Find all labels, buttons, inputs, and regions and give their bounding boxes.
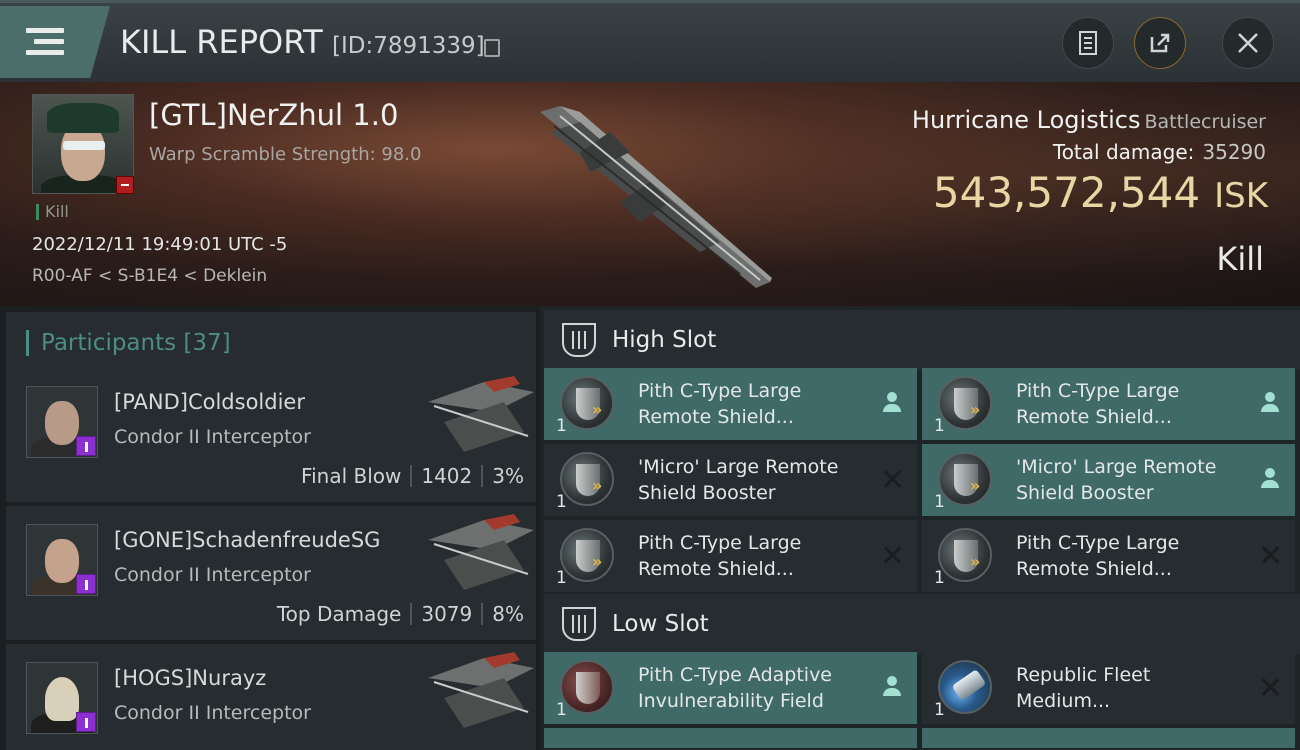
destroyed-icon bbox=[1259, 544, 1281, 566]
menu-button[interactable] bbox=[0, 6, 110, 78]
destroyed-icon bbox=[881, 468, 903, 490]
module-name: Republic Fleet Medium... bbox=[1016, 664, 1151, 712]
module-name: Pith C-Type Large Remote Shield... bbox=[1016, 380, 1180, 428]
victim-subtitle: Warp Scramble Strength: 98.0 bbox=[149, 144, 422, 165]
menu-icon bbox=[26, 28, 64, 58]
module-name: 'Micro' Large Remote Shield Booster bbox=[638, 456, 839, 504]
share-button[interactable] bbox=[1134, 17, 1186, 69]
participants-panel: Participants [37] [PAND]Coldsoldier Cond… bbox=[0, 306, 540, 750]
module-item[interactable]: 1 Pith C-Type Adaptive Invulnerability Fi… bbox=[544, 652, 917, 724]
page-title: KILL REPORT bbox=[120, 23, 323, 61]
module-quantity: 1 bbox=[556, 700, 567, 720]
high-slot-label: High Slot bbox=[612, 327, 717, 353]
capacitor-booster-icon bbox=[938, 660, 992, 714]
report-id: [ID:7891339] bbox=[332, 33, 485, 59]
module-quantity: 1 bbox=[556, 492, 567, 512]
corp-badge bbox=[76, 436, 96, 456]
low-slot-icon bbox=[562, 607, 596, 641]
header-bar: KILL REPORT [ID:7891339] bbox=[0, 0, 1300, 82]
victim-summary: [GTL]NerZhul 1.0 Warp Scramble Strength:… bbox=[0, 82, 1300, 306]
destroyed-icon bbox=[1259, 676, 1281, 698]
kill-datetime: 2022/12/11 19:49:01 UTC -5 bbox=[32, 234, 288, 255]
victim-name[interactable]: [GTL]NerZhul 1.0 bbox=[149, 98, 398, 132]
participant-ship: Condor II Interceptor bbox=[114, 426, 311, 448]
participants-header: Participants [37] bbox=[6, 312, 536, 370]
module-name: Pith C-Type Large Remote Shield... bbox=[638, 380, 802, 428]
module-quantity: 1 bbox=[556, 416, 567, 436]
module-item-partial[interactable] bbox=[922, 728, 1295, 748]
participant-stats: Top Damage 3079 8% bbox=[276, 602, 524, 626]
module-item[interactable]: » 1 Pith C-Type Large Remote Shield... bbox=[922, 368, 1295, 440]
clipboard-button[interactable] bbox=[1062, 17, 1114, 69]
module-quantity: 1 bbox=[556, 568, 567, 588]
dropped-icon bbox=[881, 392, 903, 414]
module-item[interactable]: 1 Republic Fleet Medium... bbox=[922, 652, 1295, 724]
module-quantity: 1 bbox=[934, 416, 945, 436]
module-item[interactable]: » 1 'Micro' Large Remote Shield Booster bbox=[922, 444, 1295, 516]
module-item[interactable]: » 1 Pith C-Type Large Remote Shield... bbox=[544, 368, 917, 440]
fitting-panel: High Slot » 1 Pith C-Type Large Remote Sh… bbox=[540, 306, 1300, 750]
total-damage: Total damage: 35290 bbox=[1052, 140, 1266, 164]
corp-badge bbox=[76, 712, 96, 732]
high-slot-icon bbox=[562, 323, 596, 357]
module-name: Pith C-Type Adaptive Invulnerability Fiel… bbox=[638, 664, 832, 712]
module-name: Pith C-Type Large Remote Shield... bbox=[638, 532, 802, 580]
dropped-icon bbox=[881, 676, 903, 698]
participant-ship-image bbox=[428, 652, 534, 728]
participant-ship: Condor II Interceptor bbox=[114, 702, 311, 724]
close-icon bbox=[1238, 33, 1258, 53]
participants-count: [37] bbox=[183, 330, 231, 356]
close-button[interactable] bbox=[1222, 17, 1274, 69]
dropped-icon bbox=[1259, 392, 1281, 414]
participants-label: Participants bbox=[41, 330, 177, 356]
module-item[interactable]: » 1 'Micro' Large Remote Shield Booster bbox=[544, 444, 917, 516]
participant-ship-image bbox=[428, 376, 534, 452]
high-slot-header: High Slot bbox=[544, 310, 1300, 370]
module-quantity: 1 bbox=[934, 492, 945, 512]
participant-stats: Final Blow 1402 3% bbox=[301, 464, 524, 488]
shield-booster-icon: » bbox=[560, 376, 614, 430]
shield-booster-icon: » bbox=[938, 528, 992, 582]
participant-row[interactable]: [HOGS]Nurayz Condor II Interceptor bbox=[6, 644, 536, 750]
participant-row[interactable]: [PAND]Coldsoldier Condor II Interceptor … bbox=[6, 368, 536, 502]
shield-booster-icon: » bbox=[560, 452, 614, 506]
kill-result: Kill bbox=[1216, 240, 1264, 278]
kill-location[interactable]: R00-AF < S-B1E4 < Deklein bbox=[32, 266, 267, 286]
copy-icon[interactable] bbox=[484, 39, 500, 57]
dropped-icon bbox=[1259, 468, 1281, 490]
ship-image bbox=[540, 106, 772, 288]
invulnerability-field-icon bbox=[560, 660, 614, 714]
corp-badge bbox=[76, 574, 96, 594]
participant-name[interactable]: [PAND]Coldsoldier bbox=[114, 390, 305, 414]
shield-booster-icon: » bbox=[938, 452, 992, 506]
low-slot-label: Low Slot bbox=[612, 611, 709, 637]
standing-badge bbox=[116, 176, 134, 194]
share-icon bbox=[1150, 33, 1170, 53]
module-name: Pith C-Type Large Remote Shield... bbox=[1016, 532, 1180, 580]
shield-booster-icon: » bbox=[938, 376, 992, 430]
kill-tag: Kill bbox=[36, 204, 69, 220]
module-quantity: 1 bbox=[934, 568, 945, 588]
participant-ship: Condor II Interceptor bbox=[114, 564, 311, 586]
shield-booster-icon: » bbox=[560, 528, 614, 582]
module-item-partial[interactable] bbox=[544, 728, 917, 748]
participant-name[interactable]: [HOGS]Nurayz bbox=[114, 666, 266, 690]
destroyed-icon bbox=[881, 544, 903, 566]
ship-name[interactable]: Hurricane Logistics Battlecruiser bbox=[912, 106, 1266, 134]
module-quantity: 1 bbox=[934, 700, 945, 720]
isk-value: 543,572,544 ISK bbox=[932, 168, 1268, 217]
participant-row[interactable]: [GONE]SchadenfreudeSG Condor II Intercep… bbox=[6, 506, 536, 640]
participant-name[interactable]: [GONE]SchadenfreudeSG bbox=[114, 528, 380, 552]
low-slot-header: Low Slot bbox=[544, 594, 1300, 654]
module-name: 'Micro' Large Remote Shield Booster bbox=[1016, 456, 1217, 504]
module-item[interactable]: » 1 Pith C-Type Large Remote Shield... bbox=[922, 520, 1295, 592]
module-item[interactable]: » 1 Pith C-Type Large Remote Shield... bbox=[544, 520, 917, 592]
participant-ship-image bbox=[428, 514, 534, 590]
clipboard-icon bbox=[1079, 31, 1097, 55]
